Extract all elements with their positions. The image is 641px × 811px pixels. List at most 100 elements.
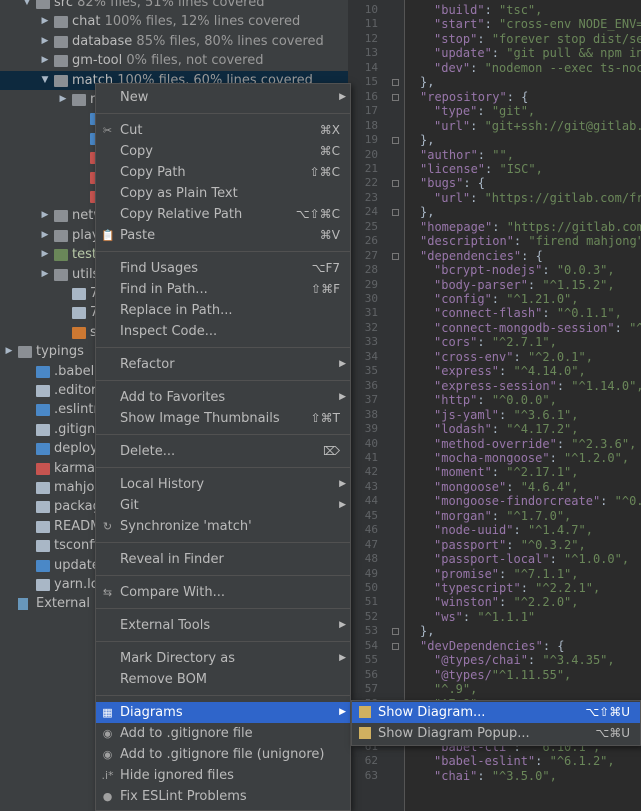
code-line[interactable]: "ws": "^1.1.1" bbox=[434, 610, 535, 624]
diagrams-submenu[interactable]: Show Diagram... ⌥⇧⌘U Show Diagram Popup...… bbox=[351, 700, 641, 746]
menu-item-add-to-gitignore-unignore[interactable]: ◉ Add to .gitignore file (unignore) bbox=[96, 744, 350, 765]
collapsed-arrow-icon[interactable]: ▶ bbox=[40, 51, 50, 70]
code-line[interactable]: "url": "https://gitlab.com/fr bbox=[434, 191, 641, 205]
menu-item-reveal-in-finder[interactable]: Reveal in Finder bbox=[96, 549, 350, 570]
menu-item-copy-path[interactable]: Copy Path ⇧⌘C bbox=[96, 162, 350, 183]
code-line[interactable]: "connect-flash": "^0.1.1", bbox=[434, 306, 622, 320]
code-line[interactable]: "config": "^1.21.0", bbox=[434, 292, 579, 306]
code-line[interactable]: "build": "tsc", bbox=[434, 3, 542, 17]
menu-item-add-to-favorites[interactable]: Add to Favorites ▶ bbox=[96, 387, 350, 408]
code-line[interactable]: "winston": "^2.2.0", bbox=[434, 595, 579, 609]
code-line[interactable]: "start": "cross-env NODE_ENV= bbox=[434, 17, 641, 31]
code-line[interactable]: "cross-env": "^2.0.1", bbox=[434, 350, 593, 364]
code-line[interactable]: "moment": "^2.17.1", bbox=[434, 465, 579, 479]
code-line[interactable]: "method-override": "^2.3.6", bbox=[434, 437, 636, 451]
menu-item-copy-plain-text[interactable]: Copy as Plain Text bbox=[96, 183, 350, 204]
menu-item-copy[interactable]: Copy ⌘C bbox=[96, 141, 350, 162]
fold-marker-icon[interactable] bbox=[392, 209, 399, 217]
code-line[interactable]: "mongoose": "4.6.4", bbox=[434, 480, 579, 494]
menu-item-find-usages[interactable]: Find Usages ⌥F7 bbox=[96, 258, 350, 279]
menu-item-compare-with[interactable]: ⇆ Compare With... bbox=[96, 582, 350, 603]
collapsed-arrow-icon[interactable]: ▶ bbox=[40, 32, 50, 51]
code-line[interactable]: "^.9", bbox=[434, 682, 477, 696]
code-line[interactable]: "morgan": "^1.7.0", bbox=[434, 509, 571, 523]
menu-item-new[interactable]: New ▶ bbox=[96, 87, 350, 108]
menu-item-add-to-gitignore[interactable]: ◉ Add to .gitignore file bbox=[96, 723, 350, 744]
menu-item-replace-in-path[interactable]: Replace in Path... bbox=[96, 300, 350, 321]
collapsed-arrow-icon[interactable]: ▶ bbox=[40, 245, 50, 264]
fold-marker-icon[interactable] bbox=[392, 628, 399, 636]
fold-marker-icon[interactable] bbox=[392, 252, 399, 260]
code-line[interactable]: "@types/chai": "^3.4.35", bbox=[434, 653, 615, 667]
fold-marker-icon[interactable] bbox=[392, 180, 399, 188]
menu-item-external-tools[interactable]: External Tools ▶ bbox=[96, 615, 350, 636]
menu-item-remove-bom[interactable]: Remove BOM bbox=[96, 669, 350, 690]
submenu-item-show-diagram-popup[interactable]: Show Diagram Popup... ⌥⌘U bbox=[352, 723, 640, 744]
code-line[interactable]: "description": "firend mahjong" bbox=[420, 234, 641, 248]
collapsed-arrow-icon[interactable]: ▶ bbox=[40, 12, 50, 31]
code-line[interactable]: "type": "git", bbox=[434, 104, 535, 118]
menu-item-hide-ignored-files[interactable]: .i* Hide ignored files bbox=[96, 765, 350, 786]
code-line[interactable]: "bugs": { bbox=[420, 176, 485, 190]
expanded-arrow-icon[interactable]: ▼ bbox=[40, 71, 50, 90]
code-line[interactable]: "@types/"^1.11.55", bbox=[434, 668, 571, 682]
context-menu[interactable]: New ▶ ✂ Cut ⌘X Copy ⌘C Copy Path ⇧⌘C Copy as Plai… bbox=[95, 83, 351, 811]
code-line[interactable]: "stop": "forever stop dist/se bbox=[434, 32, 641, 46]
tree-row[interactable]: ▼ src 82% files, 51% lines covered bbox=[0, 0, 348, 12]
code-line[interactable]: "passport-local": "^1.0.0", bbox=[434, 552, 629, 566]
code-line[interactable]: "typescript": "^2.2.1", bbox=[434, 581, 600, 595]
code-line[interactable]: "http": "^0.0.0", bbox=[434, 393, 557, 407]
expanded-arrow-icon[interactable]: ▼ bbox=[22, 0, 32, 12]
menu-item-diagrams[interactable]: ▦ Diagrams ▶ bbox=[96, 702, 350, 723]
collapsed-arrow-icon[interactable]: ▶ bbox=[58, 90, 68, 109]
collapsed-arrow-icon[interactable]: ▶ bbox=[40, 226, 50, 245]
code-line[interactable]: "express-session": "^1.14.0", bbox=[434, 379, 641, 393]
tree-row[interactable]: ▶ database 85% files, 80% lines covered bbox=[0, 32, 348, 51]
code-line[interactable]: "mongoose-findorcreate": "^0. bbox=[434, 494, 641, 508]
code-line[interactable]: "body-parser": "^1.15.2", bbox=[434, 278, 615, 292]
code-line[interactable]: "author": "", bbox=[420, 148, 514, 162]
code-line[interactable]: "bcrypt-nodejs": "0.0.3", bbox=[434, 263, 615, 277]
code-line[interactable]: }, bbox=[420, 205, 434, 219]
menu-item-synchronize[interactable]: ↻ Synchronize 'match' bbox=[96, 516, 350, 537]
code-line[interactable]: "chai": "^3.5.0", bbox=[434, 769, 557, 783]
code-line[interactable]: "cors": "^2.7.1", bbox=[434, 335, 557, 349]
menu-item-paste[interactable]: 📋 Paste ⌘V bbox=[96, 225, 350, 246]
fold-marker-icon[interactable] bbox=[392, 79, 399, 87]
code-line[interactable]: "dev": "nodemon --exec ts-noc bbox=[434, 61, 641, 75]
code-line[interactable]: "babel-eslint": "^6.1.2", bbox=[434, 754, 615, 768]
menu-item-fix-eslint-problems[interactable]: ● Fix ESLint Problems bbox=[96, 786, 350, 807]
fold-marker-icon[interactable] bbox=[392, 642, 399, 650]
menu-item-show-image-thumbnails[interactable]: Show Image Thumbnails ⇧⌘T bbox=[96, 408, 350, 429]
tree-row[interactable]: ▶ gm-tool 0% files, not covered bbox=[0, 51, 348, 70]
code-line[interactable]: "lodash": "^4.17.2", bbox=[434, 422, 579, 436]
code-line[interactable]: "passport": "^0.3.2", bbox=[434, 538, 586, 552]
code-line[interactable]: "devDependencies": { bbox=[420, 639, 565, 653]
menu-item-copy-relative-path[interactable]: Copy Relative Path ⌥⇧⌘C bbox=[96, 204, 350, 225]
code-line[interactable]: "mocha-mongoose": "^1.2.0", bbox=[434, 451, 629, 465]
code-line[interactable]: "update": "git pull && npm in bbox=[434, 46, 641, 60]
fold-marker-icon[interactable] bbox=[392, 93, 399, 101]
code-line[interactable]: "dependencies": { bbox=[420, 249, 543, 263]
code-line[interactable]: "node-uuid": "^1.4.7", bbox=[434, 523, 593, 537]
menu-item-refactor[interactable]: Refactor ▶ bbox=[96, 354, 350, 375]
menu-item-find-in-path[interactable]: Find in Path... ⇧⌘F bbox=[96, 279, 350, 300]
code-line[interactable]: "homepage": "https://gitlab.com bbox=[420, 220, 641, 234]
code-line[interactable]: }, bbox=[420, 624, 434, 638]
collapsed-arrow-icon[interactable]: ▶ bbox=[40, 206, 50, 225]
code-line[interactable]: "express": "^4.14.0", bbox=[434, 364, 586, 378]
code-line[interactable]: }, bbox=[420, 133, 434, 147]
code-line[interactable]: "promise": "^7.1.1", bbox=[434, 567, 579, 581]
collapsed-arrow-icon[interactable]: ▶ bbox=[4, 342, 14, 361]
code-editor[interactable]: 10 11 12 13 14 15 16 17 18 19 20 21 22 23 24 25 26 27 28 29… bbox=[348, 0, 641, 811]
menu-item-cut[interactable]: ✂ Cut ⌘X bbox=[96, 120, 350, 141]
code-line[interactable]: "connect-mongodb-session": "^ bbox=[434, 321, 641, 335]
menu-item-local-history[interactable]: Local History ▶ bbox=[96, 474, 350, 495]
code-line[interactable]: }, bbox=[420, 75, 434, 89]
code-line[interactable]: "repository": { bbox=[420, 90, 528, 104]
code-line[interactable]: "license": "ISC", bbox=[420, 162, 543, 176]
submenu-item-show-diagram[interactable]: Show Diagram... ⌥⇧⌘U bbox=[352, 702, 640, 723]
tree-row[interactable]: ▶ chat 100% files, 12% lines covered bbox=[0, 12, 348, 31]
menu-item-delete[interactable]: Delete... ⌦ bbox=[96, 441, 350, 462]
code-line[interactable]: "js-yaml": "^3.6.1", bbox=[434, 408, 579, 422]
